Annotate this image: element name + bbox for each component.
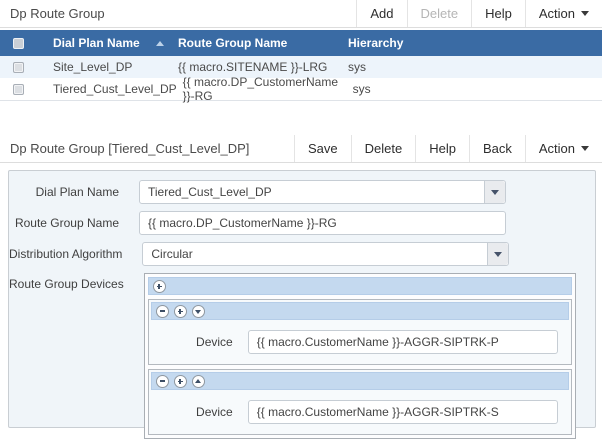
select-all-cell <box>0 38 40 49</box>
device-input[interactable] <box>248 400 558 424</box>
distribution-algorithm-select[interactable]: Circular <box>142 242 509 266</box>
add-device-group-button[interactable] <box>174 375 187 388</box>
dropdown-arrow-icon <box>491 190 499 199</box>
form-row-route-group-name: Route Group Name <box>9 211 595 235</box>
column-header-route-group-name[interactable]: Route Group Name <box>172 36 348 50</box>
cell-hierarchy: sys <box>353 82 602 96</box>
dropdown-button[interactable] <box>484 181 505 203</box>
action-menu-label: Action <box>539 6 575 21</box>
add-device-group-button[interactable] <box>174 305 187 318</box>
help-button[interactable]: Help <box>471 0 525 27</box>
cell-hierarchy: sys <box>348 60 602 74</box>
list-header-bar: Dp Route Group Add Delete Help Action <box>0 0 602 28</box>
dropdown-button[interactable] <box>487 243 508 265</box>
row-select-cell <box>0 84 40 95</box>
device-group: Device <box>148 299 572 365</box>
dial-plan-name-select[interactable]: Tiered_Cust_Level_DP <box>139 180 506 204</box>
move-down-button[interactable] <box>192 305 205 318</box>
help-button[interactable]: Help <box>415 135 469 162</box>
add-device-group-button[interactable] <box>153 280 166 293</box>
column-header-dial-plan-name[interactable]: Dial Plan Name <box>40 36 172 50</box>
detail-page-title: Dp Route Group [Tiered_Cust_Level_DP] <box>0 135 249 162</box>
row-select-cell <box>0 62 40 73</box>
detail-toolbar: Save Delete Help Back Action <box>294 135 602 162</box>
column-header-hierarchy[interactable]: Hierarchy <box>348 36 602 50</box>
select-all-checkbox[interactable] <box>13 38 24 49</box>
row-checkbox[interactable] <box>13 84 24 95</box>
form-row-distribution-algorithm: Distribution Algorithm Circular <box>9 242 595 266</box>
route-group-devices-label: Route Group Devices <box>9 277 124 291</box>
plus-icon <box>177 378 184 385</box>
column-header-label: Dial Plan Name <box>53 36 140 50</box>
minus-icon <box>160 310 165 312</box>
arrow-down-icon <box>195 310 201 317</box>
route-group-name-input[interactable] <box>139 211 506 235</box>
save-button[interactable]: Save <box>294 135 351 162</box>
device-group: Device <box>148 369 572 435</box>
table-header-row: Dial Plan Name Route Group Name Hierarch… <box>0 30 602 56</box>
delete-button[interactable]: Delete <box>351 135 416 162</box>
plus-icon <box>156 283 163 290</box>
list-page-title: Dp Route Group <box>0 0 105 27</box>
detail-header-bar: Dp Route Group [Tiered_Cust_Level_DP] Sa… <box>0 135 602 163</box>
device-label: Device <box>149 335 233 349</box>
arrow-up-icon <box>195 376 201 383</box>
sort-ascending-icon <box>156 37 164 46</box>
form-row-dial-plan-name: Dial Plan Name Tiered_Cust_Level_DP <box>9 180 595 204</box>
minus-icon <box>160 380 165 382</box>
distribution-algorithm-selected-value: Circular <box>143 243 487 265</box>
action-menu-label: Action <box>539 141 575 156</box>
device-label: Device <box>149 405 233 419</box>
device-field-row: Device <box>149 322 571 364</box>
move-up-button[interactable] <box>192 375 205 388</box>
plus-icon <box>177 308 184 315</box>
route-group-devices-container: Device <box>144 273 576 439</box>
list-toolbar: Add Delete Help Action <box>356 0 602 27</box>
caret-down-icon <box>581 11 589 20</box>
caret-down-icon <box>581 146 589 155</box>
dial-plan-name-label: Dial Plan Name <box>9 185 119 199</box>
cell-route-group-name: {{ macro.SITENAME }}-LRG <box>172 60 348 74</box>
action-menu-button[interactable]: Action <box>525 135 602 162</box>
back-button[interactable]: Back <box>469 135 525 162</box>
cell-dial-plan-name: Tiered_Cust_Level_DP <box>40 82 177 96</box>
remove-device-group-button[interactable] <box>156 305 169 318</box>
dp-route-group-list-section: Dp Route Group Add Delete Help Action Di… <box>0 0 602 101</box>
devices-add-bar <box>148 277 572 295</box>
dp-route-group-detail-section: Dp Route Group [Tiered_Cust_Level_DP] Sa… <box>0 135 602 428</box>
detail-form-panel: Dial Plan Name Tiered_Cust_Level_DP Rout… <box>8 170 596 428</box>
device-input[interactable] <box>248 330 558 354</box>
form-row-route-group-devices: Route Group Devices <box>9 273 595 439</box>
dropdown-arrow-icon <box>494 252 502 261</box>
route-group-name-label: Route Group Name <box>9 216 119 230</box>
device-group-toolbar <box>151 302 569 320</box>
add-button[interactable]: Add <box>356 0 406 27</box>
table-row[interactable]: Tiered_Cust_Level_DP {{ macro.DP_Custome… <box>0 78 602 100</box>
cell-route-group-name: {{ macro.DP_CustomerName }}-RG <box>177 75 353 103</box>
cell-dial-plan-name: Site_Level_DP <box>40 60 172 74</box>
action-menu-button[interactable]: Action <box>525 0 602 27</box>
route-group-table: Dial Plan Name Route Group Name Hierarch… <box>0 30 602 101</box>
device-group-toolbar <box>151 372 569 390</box>
delete-button[interactable]: Delete <box>407 0 472 27</box>
row-checkbox[interactable] <box>13 62 24 73</box>
distribution-algorithm-label: Distribution Algorithm <box>9 247 122 261</box>
dial-plan-name-selected-value: Tiered_Cust_Level_DP <box>140 181 484 203</box>
remove-device-group-button[interactable] <box>156 375 169 388</box>
device-field-row: Device <box>149 392 571 434</box>
